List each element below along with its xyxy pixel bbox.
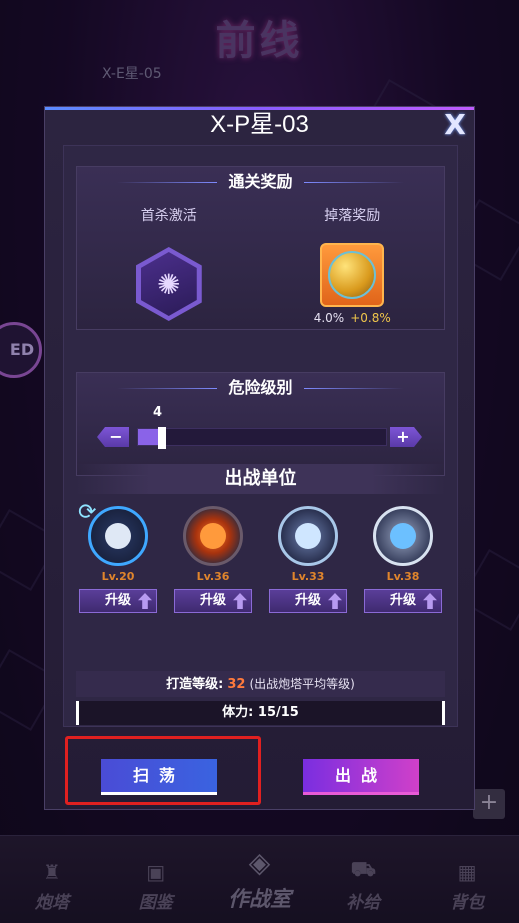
- arrow-up-icon: [233, 593, 247, 609]
- unit-slot[interactable]: Lv.33 升级: [266, 506, 350, 613]
- craft-level-value: 32: [227, 677, 246, 692]
- header-line: [304, 388, 404, 389]
- close-button[interactable]: X: [440, 111, 470, 141]
- arrow-up-icon: [423, 593, 437, 609]
- unit-level: Lv.38: [386, 570, 420, 583]
- upgrade-label: 升级: [104, 593, 131, 608]
- drop-bonus: +0.8%: [350, 311, 391, 325]
- craft-level-row: 打造等级: 32 (出战炮塔平均等级): [76, 671, 445, 697]
- slider-thumb[interactable]: [158, 427, 166, 449]
- first-kill-column: 首杀激活 ✺: [89, 205, 249, 325]
- upgrade-button[interactable]: 升级: [269, 589, 347, 613]
- header-line: [304, 182, 404, 183]
- danger-title: 危险级别: [228, 378, 293, 397]
- arrow-up-icon: [328, 593, 342, 609]
- golden-orb-icon: [328, 251, 377, 299]
- upgrade-label: 升级: [199, 593, 226, 608]
- turret-image: [88, 506, 148, 566]
- battle-button[interactable]: 出战: [303, 759, 419, 795]
- turret-core: [200, 523, 226, 549]
- first-kill-reward[interactable]: ✺: [135, 247, 202, 321]
- unit-slot[interactable]: Lv.36 升级: [171, 506, 255, 613]
- stage-dialog: X-P星-03 X 通关奖励 首杀激活 ✺ 掉落奖励 4.0% +0.8% 危险…: [44, 106, 475, 810]
- drop-label: 掉落奖励: [324, 208, 381, 224]
- turret-image: [373, 506, 433, 566]
- sweep-highlight: [65, 736, 261, 805]
- drop-rate: 4.0%: [313, 311, 345, 325]
- upgrade-button[interactable]: 升级: [364, 589, 442, 613]
- arrow-up-icon: [138, 593, 152, 609]
- unit-level: Lv.20: [101, 570, 135, 583]
- danger-panel: 危险级别 4 − +: [76, 372, 445, 476]
- header-line: [117, 388, 217, 389]
- danger-level-slider: − +: [97, 425, 422, 449]
- upgrade-label: 升级: [294, 593, 321, 608]
- close-icon: X: [444, 108, 466, 141]
- unit-slot[interactable]: Lv.38 升级: [361, 506, 445, 613]
- reward-columns: 首杀激活 ✺ 掉落奖励 4.0% +0.8%: [77, 197, 444, 325]
- header-line: [117, 182, 217, 183]
- dialog-body: 通关奖励 首杀激活 ✺ 掉落奖励 4.0% +0.8% 危险级别 4 − + 出…: [63, 145, 458, 727]
- danger-level-value: 4: [153, 405, 163, 420]
- craft-level-note: (出战炮塔平均等级): [249, 677, 355, 691]
- dialog-title: X-P星-03: [210, 111, 309, 138]
- drop-column: 掉落奖励 4.0% +0.8%: [272, 205, 432, 325]
- increase-level-button[interactable]: +: [390, 427, 422, 447]
- turret-core: [105, 523, 131, 549]
- craft-level-label: 打造等级:: [166, 677, 224, 692]
- danger-header: 危险级别: [77, 373, 444, 403]
- drop-reward[interactable]: [320, 243, 385, 307]
- upgrade-label: 升级: [389, 593, 416, 608]
- rewards-panel: 通关奖励 首杀激活 ✺ 掉落奖励 4.0% +0.8%: [76, 166, 445, 330]
- unit-level: Lv.36: [196, 570, 230, 583]
- upgrade-button[interactable]: 升级: [174, 589, 252, 613]
- slider-track[interactable]: [137, 427, 387, 449]
- swap-icon[interactable]: ⟳: [78, 500, 96, 525]
- unit-level: Lv.33: [291, 570, 325, 583]
- turret-image: [183, 506, 243, 566]
- stamina-bar: 体力: 15/15: [76, 701, 445, 725]
- units-header: 出战单位: [76, 464, 445, 494]
- turret-core: [295, 523, 321, 549]
- decrease-level-button[interactable]: −: [97, 427, 129, 447]
- rewards-header: 通关奖励: [77, 167, 444, 197]
- turret-image: [278, 506, 338, 566]
- turret-core: [390, 523, 416, 549]
- unit-slot[interactable]: ⟳ Lv.20 升级: [76, 500, 160, 613]
- slider-fill: [138, 429, 158, 445]
- drop-rates: 4.0% +0.8%: [272, 311, 432, 325]
- first-kill-label: 首杀激活: [140, 208, 197, 224]
- units-row: ⟳ Lv.20 升级 Lv.36 升级 Lv.33 升级 Lv.38 升级: [76, 500, 445, 613]
- crystal-burst-icon: ✺: [140, 252, 197, 316]
- upgrade-button[interactable]: 升级: [79, 589, 157, 613]
- rewards-title: 通关奖励: [228, 172, 293, 191]
